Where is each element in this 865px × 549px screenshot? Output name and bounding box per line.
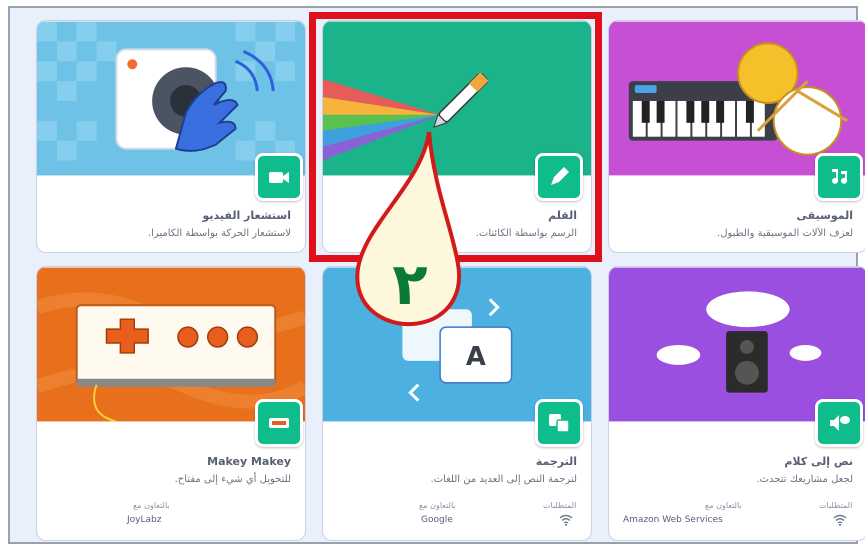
extension-title: الموسيقى	[796, 209, 853, 222]
extension-card-text-to-speech[interactable]: نص إلى كلام لجعل مشاريعك تتحدث. المتطلبا…	[608, 266, 865, 541]
svg-text:A: A	[466, 342, 486, 372]
extension-description: لعزف الآلات الموسيقية والطبول.	[717, 228, 853, 239]
collaborator-name: JoyLabz	[127, 515, 162, 525]
extension-card-makey-makey[interactable]: Makey Makey للتحويل أي شيء إلى مفتاح. با…	[36, 266, 306, 541]
extension-description: الرسم بواسطة الكائنات.	[475, 228, 577, 239]
step-number-callout: ٢	[355, 131, 462, 327]
collaborator-name: Google	[421, 515, 453, 525]
video-sensing-icon	[255, 153, 303, 201]
requirements-label: المتطلبات	[543, 501, 577, 510]
extension-card-video-sensing[interactable]: استشعار الفيديو لاستشعار الحركة بواسطة ا…	[36, 20, 306, 253]
wifi-icon	[559, 514, 573, 529]
makey-makey-icon	[255, 399, 303, 447]
pen-icon	[535, 153, 583, 201]
collaborator-label: بالتعاون مع	[705, 501, 742, 510]
collaborator-label: بالتعاون مع	[133, 501, 170, 510]
extension-description: لاستشعار الحركة بواسطة الكاميرا.	[147, 228, 291, 239]
music-icon	[815, 153, 863, 201]
extension-card-music[interactable]: الموسيقى لعزف الآلات الموسيقية والطبول.	[608, 20, 865, 253]
extension-description: للتحويل أي شيء إلى مفتاح.	[174, 474, 291, 485]
extension-title: Makey Makey	[207, 455, 291, 468]
collaborator-name: Amazon Web Services	[623, 515, 723, 525]
wifi-icon	[833, 514, 847, 529]
requirements-label: المتطلبات	[819, 501, 853, 510]
collaborator-label: بالتعاون مع	[419, 501, 456, 510]
extension-description: لجعل مشاريعك تتحدث.	[756, 474, 853, 485]
extension-title: نص إلى كلام	[784, 455, 853, 468]
translate-icon	[535, 399, 583, 447]
step-number: ٢	[392, 250, 427, 318]
extension-title: القلم	[548, 209, 577, 222]
extension-title: الترجمة	[535, 455, 577, 468]
extension-description: لترجمة النص إلى العديد من اللغات.	[430, 474, 577, 485]
text-to-speech-icon	[815, 399, 863, 447]
extension-title: استشعار الفيديو	[202, 209, 291, 222]
